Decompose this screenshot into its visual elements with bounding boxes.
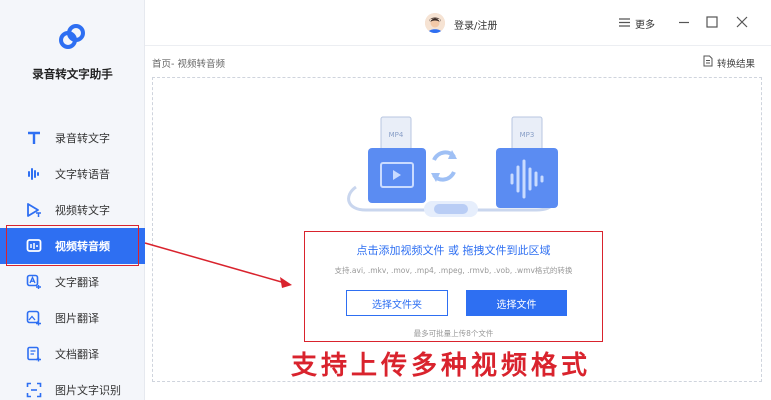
sidebar-item-label: 图片文字识别 <box>55 384 121 397</box>
upload-panel: 点击添加视频文件 或 拖拽文件到此区域 支持.avi, .mkv, .mov, … <box>304 231 603 342</box>
sidebar-item-image-ocr[interactable]: 图片文字识别 <box>0 372 145 400</box>
supported-formats-text: 支持.avi, .mkv, .mov, .mp4, .mpeg, .rmvb, … <box>334 266 573 275</box>
conversion-results-link[interactable]: 转换结果 <box>703 55 755 70</box>
sidebar-item-label: 录音转文字 <box>55 132 110 145</box>
more-menu-button[interactable]: 更多 <box>619 16 655 31</box>
translate-icon <box>25 274 42 291</box>
close-button[interactable] <box>734 14 750 30</box>
sidebar-item-label: 图片翻译 <box>55 312 99 325</box>
image-translate-icon <box>25 310 42 327</box>
conversion-illustration: MP4 MP3 <box>336 115 581 225</box>
sidebar-item-label: 文档翻译 <box>55 348 99 361</box>
breadcrumb: 首页- 视频转音频 <box>152 59 225 70</box>
sidebar-item-video-to-text[interactable]: 视频转文字 <box>0 192 145 228</box>
sidebar-item-image-translate[interactable]: 图片翻译 <box>0 300 145 336</box>
doc-translate-icon <box>25 346 42 363</box>
menu-lines-icon <box>619 17 630 30</box>
sidebar-item-video-to-audio[interactable]: 视频转音频 <box>0 228 145 264</box>
close-icon <box>736 13 748 32</box>
conversion-results-label: 转换结果 <box>717 58 756 70</box>
more-label: 更多 <box>635 20 655 31</box>
sidebar: 录音转文字助手 录音转文字 文字转语音 视频转文字 视频转音频 文字翻译 图片翻… <box>0 0 145 400</box>
app-logo-icon <box>57 22 87 52</box>
upload-title[interactable]: 点击添加视频文件 或 拖拽文件到此区域 <box>305 242 602 258</box>
app-name: 录音转文字助手 <box>32 67 113 81</box>
sidebar-item-label: 视频转文字 <box>55 204 110 217</box>
sidebar-item-text-translate[interactable]: 文字翻译 <box>0 264 145 300</box>
minimize-icon <box>678 13 690 32</box>
login-register-link[interactable]: 登录/注册 <box>454 17 497 32</box>
left-file-label: MP4 <box>389 131 404 139</box>
select-file-button[interactable]: 选择文件 <box>466 290 567 316</box>
image-ocr-icon <box>25 382 42 399</box>
sidebar-item-text-to-speech[interactable]: 文字转语音 <box>0 156 145 192</box>
title-bar: 登录/注册 更多 <box>145 0 771 46</box>
sidebar-item-label: 视频转音频 <box>55 240 110 253</box>
sidebar-item-audio-to-text[interactable]: 录音转文字 <box>0 120 145 156</box>
video-audio-icon <box>25 238 42 255</box>
text-t-icon <box>25 130 42 147</box>
video-text-icon <box>25 202 42 219</box>
maximize-icon <box>706 13 718 32</box>
audio-wave-icon <box>25 166 42 183</box>
right-file-label: MP3 <box>520 131 535 139</box>
document-icon <box>703 55 713 70</box>
sidebar-item-label: 文字转语音 <box>55 168 110 181</box>
upload-limit-text: 最多可批量上传8个文件 <box>413 329 494 338</box>
select-folder-button[interactable]: 选择文件夹 <box>346 290 448 316</box>
maximize-button[interactable] <box>704 14 720 30</box>
sidebar-item-doc-translate[interactable]: 文档翻译 <box>0 336 145 372</box>
minimize-button[interactable] <box>676 14 692 30</box>
avatar[interactable] <box>425 13 445 33</box>
sidebar-item-label: 文字翻译 <box>55 276 99 289</box>
annotation-caption: 支持上传多种视频格式 <box>291 351 592 381</box>
sidebar-menu: 录音转文字 文字转语音 视频转文字 视频转音频 文字翻译 图片翻译 文档翻译 图… <box>0 120 145 400</box>
